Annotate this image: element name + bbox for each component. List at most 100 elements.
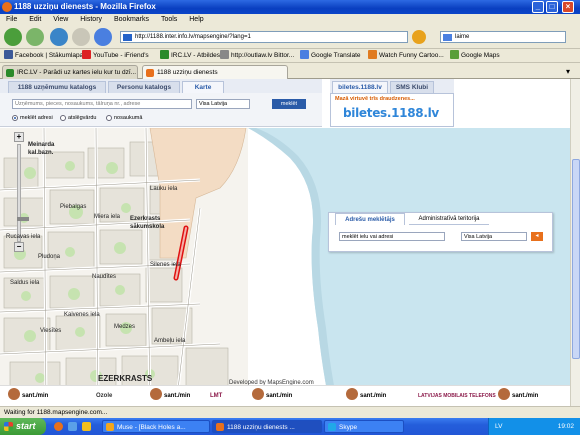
scrollbar-thumb[interactable] [572,159,580,359]
forward-icon[interactable] [26,28,44,46]
go-icon[interactable] [412,30,426,44]
back-icon[interactable] [4,28,22,46]
minimize-button[interactable]: _ [532,1,544,13]
zoom-in-button[interactable]: + [14,132,24,142]
bookmark-facebook[interactable]: Facebook | Stākumlapa [4,49,83,62]
ad-item[interactable]: sant./min [252,388,292,404]
system-tray: LV 19:02 [488,418,580,435]
ad-item[interactable]: sant./min [346,388,386,404]
start-button[interactable]: start [0,418,46,435]
bookmark-youtube[interactable]: YouTube - iFriend's [82,49,149,62]
tab-sms[interactable]: SMS Klubi [390,81,434,93]
bookmarks-toolbar: Facebook | Stākumlapa YouTube - iFriend'… [0,49,580,63]
tab-favicon [146,69,154,77]
radio-icon [60,115,66,121]
firefox-icon [2,2,12,12]
bookmark-irc[interactable]: IRC.LV - Atbildes [160,49,220,62]
menu-bookmarks[interactable]: Bookmarks [114,16,149,23]
search-engine-icon[interactable] [443,34,452,41]
map-label: kal.bazn. [28,150,54,156]
page-content: 1188 uzņēmumu katalogs Personu katalogs … [0,79,570,406]
tab-map[interactable]: Karte [182,81,224,93]
bookmark-outlaw[interactable]: http://outlaw.lv Bittor... [220,49,294,62]
page-icon [220,50,229,59]
language-indicator[interactable]: LV [495,418,502,435]
firefox-icon [216,423,224,431]
radio-name[interactable]: nosaukumā [106,115,142,122]
bookmark-google-maps[interactable]: Google Maps [450,49,500,62]
tab-person-catalog[interactable]: Personu katalogs [108,81,180,93]
maps-icon [450,50,459,59]
ad-item[interactable]: sant./min [150,388,190,404]
address-search-panel: Adrešu meklētājs Administratīvā teritori… [328,212,553,252]
right-tabs: biletes.1188.lv SMS Klubi [330,79,454,93]
banner-logo: biletes.1188.lv [343,106,439,120]
zoom-slider-handle[interactable] [17,217,29,221]
tab-admin-territory[interactable]: Administratīvā teritorija [409,213,489,225]
home-icon[interactable] [94,28,112,46]
menu-bar: File Edit View History Bookmarks Tools H… [0,14,580,25]
tab-list-icon[interactable]: ▾ [566,67,570,76]
main-search-input[interactable]: Uzņēmums, pieces, nosaukums, tālruņa nr.… [12,99,192,109]
ad-logo-ozole[interactable]: Ozole [96,388,112,404]
ad-banner[interactable]: Mazā virtuvē trīs draudzenes... biletes.… [330,93,454,127]
map-label: Ezerkrasts [130,216,161,222]
firefox-quicklaunch-icon[interactable] [54,422,63,431]
catalog-tabs: 1188 uzņēmumu katalogs Personu katalogs … [0,79,322,93]
map-view[interactable]: + − Meinarda kal.bazn. Lauku iela Ezerkr… [0,128,570,406]
status-text: Waiting for 1188.mapsengine.com... [4,409,108,416]
map-label: Meinarda [28,142,55,148]
page-scrollbar[interactable] [570,79,580,406]
clock: 19:02 [557,423,574,430]
menu-view[interactable]: View [53,16,68,23]
close-button[interactable]: × [562,1,574,13]
ad-logo-lmt-full[interactable]: LATVIJAS MOBILAIS TELEFONS [418,388,496,404]
menu-file[interactable]: File [6,16,17,23]
address-region-select[interactable]: Visa Latvija [461,232,527,241]
tab-irc[interactable]: IRC.LV - Parādi uz kartes ielu kur tu dz… [2,65,138,79]
search-input[interactable]: laime [440,31,566,43]
window-title: 1188 uzziņu dienests - Mozilla Firefox [14,2,156,11]
taskbar: start Muse - [Black Holes a... 1188 uzzi… [0,418,580,435]
ad-logo-lmt[interactable]: LMT [210,388,222,404]
url-bar[interactable]: http://1188.inter.info.lv/mapsengine/?la… [120,31,408,43]
zoom-slider[interactable] [17,144,29,242]
tab-biletes[interactable]: biletes.1188.lv [332,81,388,93]
menu-help[interactable]: Help [189,16,203,23]
coin-icon [150,388,162,400]
map-label: Piebalgas [60,204,87,210]
map-label: Naudītes [92,274,117,280]
ad-item[interactable]: sant./min [8,388,48,404]
reload-icon[interactable] [50,28,68,46]
region-select[interactable]: Visa Latvija [196,99,250,109]
bookmark-cartoons[interactable]: Watch Funny Cartoo... [368,49,444,62]
stop-icon[interactable] [72,28,90,46]
task-firefox[interactable]: 1188 uzziņu dienests ... [212,420,322,433]
map-label: Medzes [114,324,136,330]
task-muse[interactable]: Muse - [Black Holes a... [102,420,210,433]
address-input[interactable]: meklēt ielu vai adresi [339,232,445,241]
task-skype[interactable]: Skype [324,420,404,433]
tab-address-search[interactable]: Adrešu meklētājs [335,213,405,225]
tab-company-catalog[interactable]: 1188 uzņēmumu katalogs [8,81,106,93]
find-button[interactable]: meklēt [272,99,306,109]
zoom-out-button[interactable]: − [14,242,24,252]
folder-quicklaunch-icon[interactable] [82,422,91,431]
menu-tools[interactable]: Tools [161,16,177,23]
maximize-button[interactable]: □ [546,1,558,13]
tab-1188[interactable]: 1188 uzziņu dienests [142,65,288,79]
ad-item[interactable]: sant./min [498,388,538,404]
bookmark-google-translate[interactable]: Google Translate [300,49,361,62]
map-label: Miera iela [94,214,121,220]
menu-history[interactable]: History [80,16,102,23]
radio-icon [12,115,18,121]
desktop-quicklaunch-icon[interactable] [68,422,77,431]
radio-address[interactable]: meklēt adresi [12,115,53,122]
address-search-button[interactable]: ◂ [531,232,543,241]
map-label: Viesītes [40,328,62,334]
radio-keyword[interactable]: atslēgvārdu [60,115,96,122]
menu-edit[interactable]: Edit [29,16,41,23]
youtube-icon [82,50,91,59]
coin-icon [252,388,264,400]
media-player-icon [106,423,114,431]
